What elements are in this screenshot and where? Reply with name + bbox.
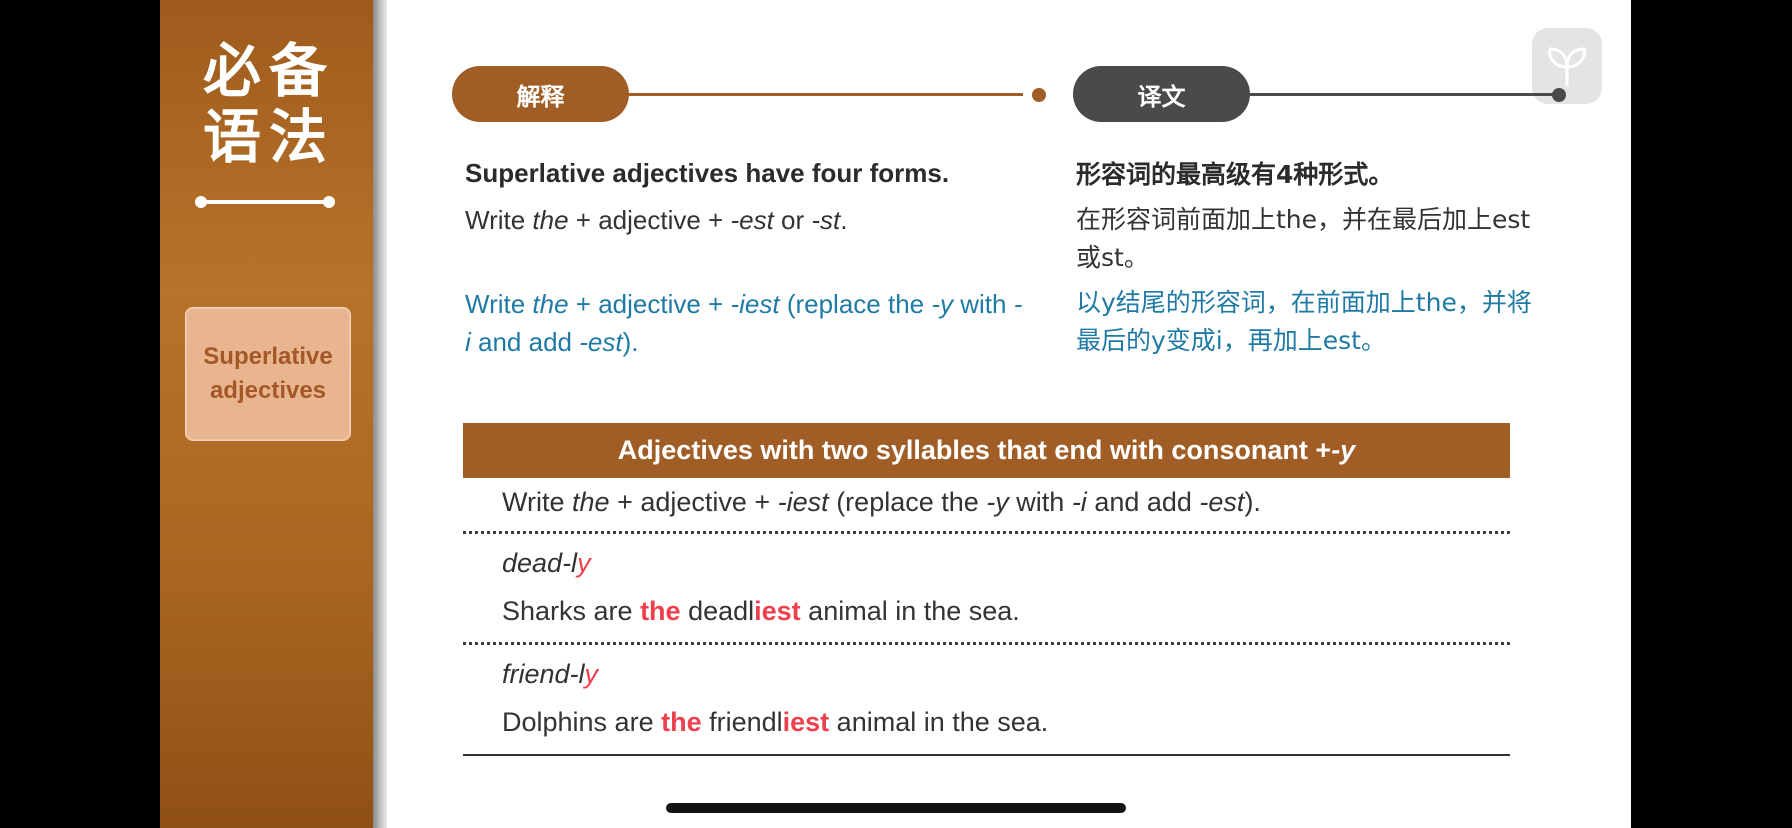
translation-divider-line: [1250, 93, 1554, 96]
row-divider: [463, 642, 1510, 645]
tab-translation[interactable]: 译文: [1073, 66, 1250, 122]
example-sentence: Dolphins are the friendliest animal in t…: [502, 707, 1049, 737]
translation-rule-1: 在形容词前面加上the，并在最后加上est或st。: [1076, 205, 1531, 272]
translation-divider-dot: [1552, 88, 1566, 102]
topic-card-line2: adjectives: [209, 377, 327, 404]
table-bottom-border: [463, 754, 1510, 756]
main-content: 解释 译文 Superlative adjectives have four f…: [387, 0, 1631, 828]
table-rule: Write the + adjective + -iest (replace t…: [502, 487, 1261, 517]
table-header: Adjectives with two syllables that end w…: [463, 423, 1510, 478]
sidebar-divider: [195, 196, 335, 208]
explain-rule-2: Write the + adjective + -iest (replace t…: [465, 289, 1023, 357]
sidebar-title-line1: 必备: [202, 37, 335, 105]
translation-heading: 形容词的最高级有4种形式。: [1076, 160, 1394, 189]
example-word: dead-ly: [502, 548, 591, 578]
topic-card-line1: Superlative: [203, 343, 333, 370]
explain-divider-dot: [1032, 88, 1046, 102]
translation-rule-2: 以y结尾的形容词，在前面加上the，并将最后的y变成i，再加上est。: [1076, 288, 1532, 355]
topic-card-superlative[interactable]: Superlative adjectives: [185, 307, 351, 441]
explain-divider-line: [629, 93, 1023, 96]
explain-heading: Superlative adjectives have four forms.: [465, 158, 950, 188]
tab-explain[interactable]: 解释: [452, 66, 629, 122]
example-word: friend-ly: [502, 659, 599, 689]
example-sentence: Sharks are the deadliest animal in the s…: [502, 596, 1020, 626]
row-divider: [463, 531, 1510, 534]
home-indicator[interactable]: [666, 803, 1126, 813]
explain-rule-1: Write the + adjective + -est or -st.: [465, 205, 848, 235]
page-edge: [373, 0, 387, 828]
sidebar-title: 必备 语法: [160, 38, 378, 170]
sidebar-title-line2: 语法: [202, 103, 335, 171]
sidebar: 必备 语法 Superlative adjectives: [160, 0, 378, 828]
